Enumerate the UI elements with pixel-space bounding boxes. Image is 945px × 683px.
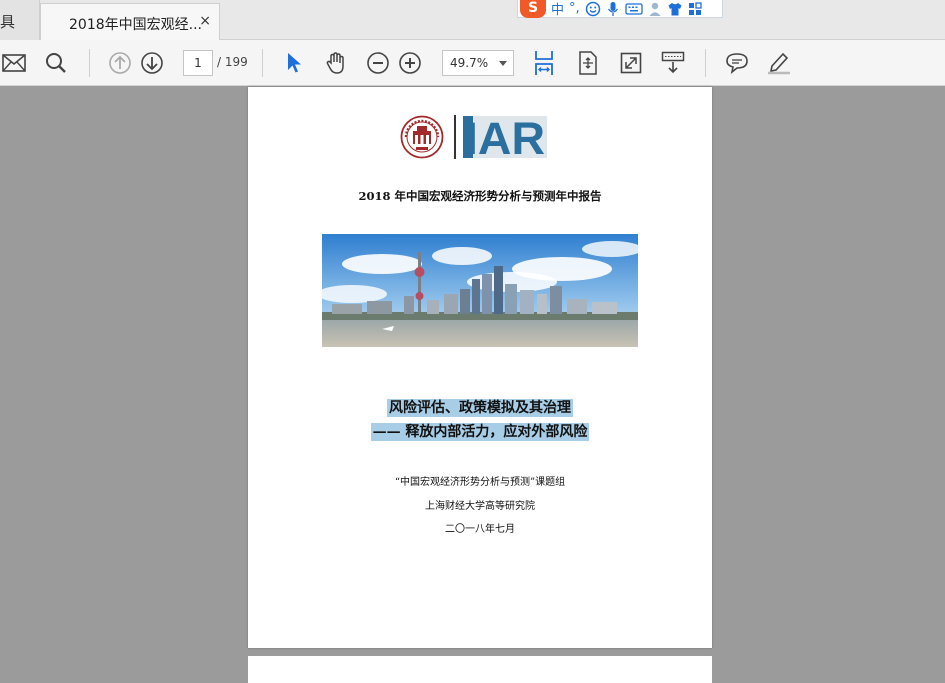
tab-tools-label: 具 [0, 13, 16, 31]
document-viewport[interactable]: IAR 2018 年中国宏观经济形势分析与预测年中报告 风险评估、政策模拟及其治… [0, 87, 945, 683]
logo-divider [454, 115, 456, 159]
tab-document[interactable]: 2018年中国宏观经... × [40, 3, 220, 41]
full-screen-icon[interactable] [618, 50, 644, 76]
fit-page-icon[interactable] [575, 50, 601, 76]
pdf-page-next [248, 656, 712, 683]
shanghai-skyline-photo [322, 234, 638, 347]
pdf-page: IAR 2018 年中国宏观经济形势分析与预测年中报告 风险评估、政策模拟及其治… [248, 87, 712, 648]
ime-punct-indicator[interactable]: °, [569, 1, 580, 16]
microphone-icon[interactable] [606, 1, 620, 17]
search-icon[interactable] [43, 50, 69, 76]
close-tab-button[interactable]: × [199, 13, 211, 29]
skin-shirt-icon[interactable] [667, 1, 683, 17]
university-seal-logo [400, 115, 444, 159]
select-pointer-icon[interactable] [281, 50, 307, 76]
page-number-input[interactable]: 1 [183, 50, 213, 76]
main-toolbar: 1 / 199 49.7% [0, 40, 945, 86]
toolbar-divider [89, 49, 90, 77]
zoom-level-value: 49.7% [450, 56, 489, 70]
comment-icon[interactable] [724, 50, 750, 76]
keyboard-icon[interactable] [625, 2, 643, 16]
tab-document-title: 2018年中国宏观经... [69, 17, 202, 33]
tab-tools[interactable]: 具 [0, 0, 40, 40]
toolbox-grid-icon[interactable] [688, 1, 702, 16]
title-line-2: —— 释放内部活力，应对外部风险 [370, 423, 590, 441]
email-icon[interactable] [1, 50, 27, 76]
report-title: 2018 年中国宏观经济形势分析与预测年中报告 [358, 189, 602, 203]
user-icon[interactable] [648, 1, 662, 17]
iar-logo-text: IAR [465, 116, 545, 158]
main-title: 风险评估、政策模拟及其治理 —— 释放内部活力，应对外部风险 [248, 396, 712, 444]
research-group-label: “中国宏观经济形势分析与预测”课题组 [394, 477, 566, 488]
emoji-icon[interactable] [585, 1, 601, 17]
page-total-label: / 199 [217, 55, 248, 69]
read-mode-icon[interactable] [660, 50, 686, 76]
tab-bar: 具 2018年中国宏观经... × [0, 0, 945, 41]
zoom-out-icon[interactable] [365, 50, 391, 76]
date-label: 二〇一八年七月 [445, 524, 515, 535]
toolbar-divider [262, 49, 263, 77]
zoom-in-icon[interactable] [397, 50, 423, 76]
ime-mode-indicator[interactable]: 中 [551, 0, 564, 18]
institute-label: 上海财经大学高等研究院 [425, 501, 535, 512]
fit-width-icon[interactable] [531, 50, 557, 76]
hand-tool-icon[interactable] [323, 50, 349, 76]
title-line-1: 风险评估、政策模拟及其治理 [387, 399, 573, 417]
highlight-pen-icon[interactable] [766, 50, 792, 76]
ime-toolbar: S 中 °, [517, 0, 723, 18]
toolbar-divider [705, 49, 706, 77]
zoom-level-select[interactable]: 49.7% [442, 50, 514, 76]
sogou-logo-icon[interactable]: S [520, 0, 546, 18]
chevron-down-icon [499, 61, 507, 66]
next-page-icon[interactable] [139, 50, 165, 76]
previous-page-icon[interactable] [107, 50, 133, 76]
iar-logo: IAR [463, 116, 547, 158]
